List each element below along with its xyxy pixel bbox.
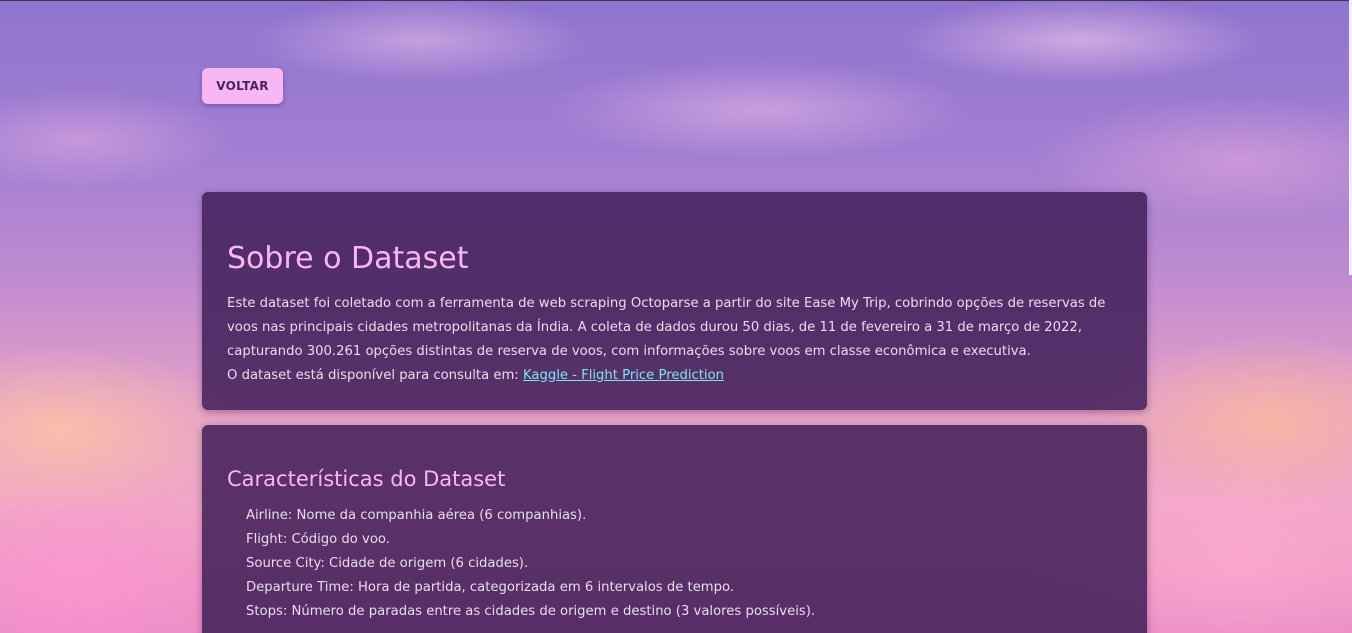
- feature-item-flight: Flight: Código do voo.: [246, 532, 390, 547]
- kaggle-link[interactable]: Kaggle - Flight Price Prediction: [523, 368, 724, 383]
- feature-item-stops: Stops: Número de paradas entre as cidade…: [246, 604, 816, 619]
- about-dataset-card: Sobre o Dataset Este dataset foi coletad…: [202, 192, 1147, 410]
- availability-text: O dataset está disponível para consulta …: [227, 368, 523, 383]
- about-paragraph: Este dataset foi coletado com a ferramen…: [227, 296, 1106, 359]
- about-description: Este dataset foi coletado com a ferramen…: [227, 292, 1122, 388]
- features-list: Airline: Nome da companhia aérea (6 comp…: [227, 504, 1122, 624]
- feature-item-source-city: Source City: Cidade de origem (6 cidades…: [246, 556, 529, 571]
- about-title: Sobre o Dataset: [227, 241, 469, 276]
- back-button[interactable]: VOLTAR: [202, 68, 283, 104]
- window-top-border: [0, 0, 1352, 1]
- feature-item-departure-time: Departure Time: Hora de partida, categor…: [246, 580, 735, 595]
- features-title: Características do Dataset: [227, 467, 506, 491]
- features-card: Características do Dataset Airline: Nome…: [202, 425, 1147, 633]
- feature-item-airline: Airline: Nome da companhia aérea (6 comp…: [246, 508, 587, 523]
